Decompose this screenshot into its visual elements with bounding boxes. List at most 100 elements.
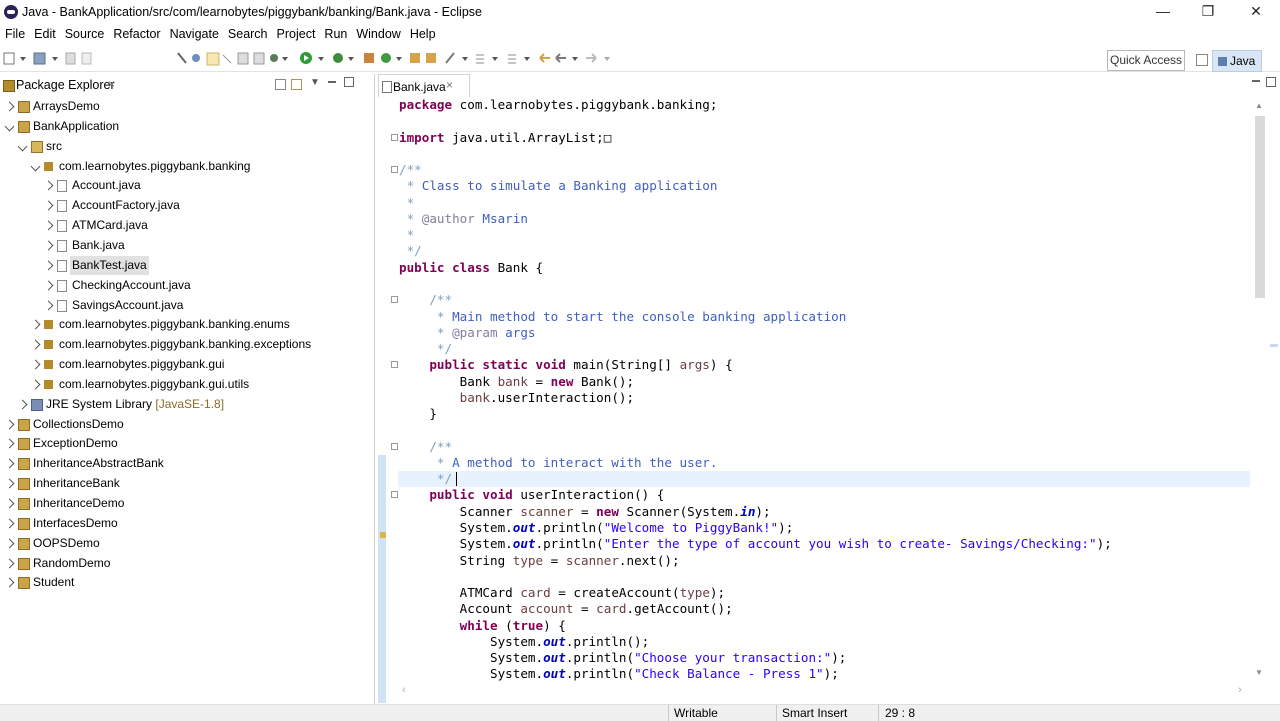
close-tab-icon[interactable]: × [446,78,453,92]
tree-item[interactable]: JRE System Library [JavaSE-1.8] [0,395,372,414]
collapsed-arrow-icon[interactable] [43,220,54,231]
vertical-scrollbar[interactable]: ▲ ▼ [1252,98,1268,678]
tree-item[interactable]: src [0,137,372,156]
minimize-button[interactable]: — [1148,3,1178,21]
tree-item[interactable]: OOPSDemo [0,534,372,553]
horizontal-scrollbar[interactable]: ‹ › [398,684,1248,698]
scroll-thumb[interactable] [1255,116,1265,298]
tree-item[interactable]: com.learnobytes.piggybank.gui [0,355,372,374]
view-menu-icon[interactable]: ▼ [310,77,320,88]
tree-item[interactable]: RandomDemo [0,554,372,573]
tree-item[interactable]: CollectionsDemo [0,415,372,434]
collapsed-arrow-icon[interactable] [30,319,41,330]
code-token: System. [399,666,544,682]
expanded-arrow-icon[interactable] [4,121,15,132]
tree-item[interactable]: Account.java [0,176,372,195]
menu-file[interactable]: File [0,25,29,41]
open-perspective-icon[interactable] [1196,54,1208,66]
collapsed-arrow-icon[interactable] [30,359,41,370]
collapsed-arrow-icon[interactable] [30,339,41,350]
tree-item[interactable]: BankApplication [0,117,372,136]
fold-collapse-icon[interactable] [391,166,398,174]
restore-button[interactable]: ❐ [1193,3,1223,21]
quick-access-field[interactable]: Quick Access [1107,50,1185,71]
tree-item[interactable]: BankTest.java [0,255,372,275]
collapsed-arrow-icon[interactable] [4,438,15,449]
collapsed-arrow-icon[interactable] [43,200,54,211]
collapsed-arrow-icon[interactable] [43,280,54,291]
menu-source[interactable]: Source [60,25,109,41]
tree-item[interactable]: CheckingAccount.java [0,276,372,295]
expanded-arrow-icon[interactable] [17,141,28,152]
code-line: import java.util.ArrayList;□ [399,130,611,146]
scroll-right-icon[interactable]: › [1238,684,1242,696]
collapsed-arrow-icon[interactable] [4,419,15,430]
collapsed-arrow-icon[interactable] [30,379,41,390]
fold-collapse-icon[interactable] [391,491,398,499]
tree-item[interactable]: InheritanceAbstractBank [0,454,372,473]
tree-item[interactable]: com.learnobytes.piggybank.banking.enums [0,315,372,334]
maximize-editor-icon[interactable] [1266,77,1276,87]
maximize-view-icon[interactable] [344,77,354,87]
collapsed-arrow-icon[interactable] [43,300,54,310]
tree-item[interactable]: com.learnobytes.piggybank.banking [0,157,372,176]
collapsed-arrow-icon[interactable] [4,558,15,568]
editor-tab-bank-java[interactable]: Bank.java × [378,74,470,97]
tree-item-label: InheritanceDemo [33,496,125,510]
code-token: .userInteraction(); [490,389,635,405]
collapsed-arrow-icon[interactable] [4,498,15,509]
tree-item[interactable]: AccountFactory.java [0,196,372,215]
tree-item[interactable]: com.learnobytes.piggybank.banking.except… [0,335,372,354]
package-explorer-tab[interactable]: Package Explorer × ▼ [0,74,372,96]
menu-project[interactable]: Project [272,25,320,41]
menu-help[interactable]: Help [405,25,440,41]
menu-navigate[interactable]: Navigate [165,25,223,41]
scroll-left-icon[interactable]: ‹ [402,684,406,696]
tree-item[interactable]: ArraysDemo [0,97,372,116]
tree-item[interactable]: com.learnobytes.piggybank.gui.utils [0,375,372,394]
collapsed-arrow-icon[interactable] [43,260,54,271]
collapsed-arrow-icon[interactable] [4,538,15,549]
tree-item[interactable]: ExceptionDemo [0,434,372,453]
collapsed-arrow-icon[interactable] [4,577,15,588]
scroll-up-icon[interactable]: ▲ [1255,101,1263,110]
collapsed-arrow-icon[interactable] [4,101,15,112]
tree-item[interactable]: ATMCard.java [0,216,372,235]
tree-item[interactable]: Bank.java [0,236,372,255]
java-perspective-button[interactable]: Java [1212,50,1262,72]
collapsed-arrow-icon[interactable] [43,240,54,251]
tree-item[interactable]: Student [0,573,372,592]
minimize-view-icon[interactable] [328,81,336,83]
scroll-down-icon[interactable]: ▼ [1255,668,1263,677]
collapsed-arrow-icon[interactable] [4,518,15,529]
menu-edit[interactable]: Edit [29,25,60,41]
tree-item[interactable]: InterfacesDemo [0,514,372,533]
code-line: /** [399,162,422,178]
menu-window[interactable]: Window [351,25,404,41]
collapsed-arrow-icon[interactable] [17,399,28,410]
toolbar-icons[interactable] [0,47,640,71]
close-view-icon[interactable]: × [108,77,115,91]
tree-item[interactable]: InheritanceDemo [0,494,372,513]
fold-collapse-icon[interactable] [391,361,398,369]
tree-item-label: com.learnobytes.piggybank.gui.utils [59,376,250,391]
expanded-arrow-icon[interactable] [30,161,41,171]
menu-refactor[interactable]: Refactor [108,25,164,41]
menu-run[interactable]: Run [319,25,351,41]
tree-item[interactable]: SavingsAccount.java [0,296,372,315]
collapsed-arrow-icon[interactable] [4,458,15,469]
code-token: java.util.ArrayList;□ [452,129,612,145]
menu-search[interactable]: Search [223,25,272,41]
collapsed-arrow-icon[interactable] [4,478,15,489]
code-token: */ [399,243,422,259]
fold-collapse-icon[interactable] [391,296,398,304]
link-with-editor-icon[interactable] [291,79,302,90]
code-line: * Class to simulate a Banking applicatio… [399,178,718,194]
minimize-editor-icon[interactable] [1252,80,1260,82]
collapsed-arrow-icon[interactable] [43,180,54,191]
collapse-all-icon[interactable] [275,79,286,90]
tree-item[interactable]: InheritanceBank [0,474,372,493]
close-button[interactable]: ✕ [1241,3,1271,21]
fold-collapse-icon[interactable] [391,442,398,450]
fold-expand-icon[interactable] [391,133,398,141]
